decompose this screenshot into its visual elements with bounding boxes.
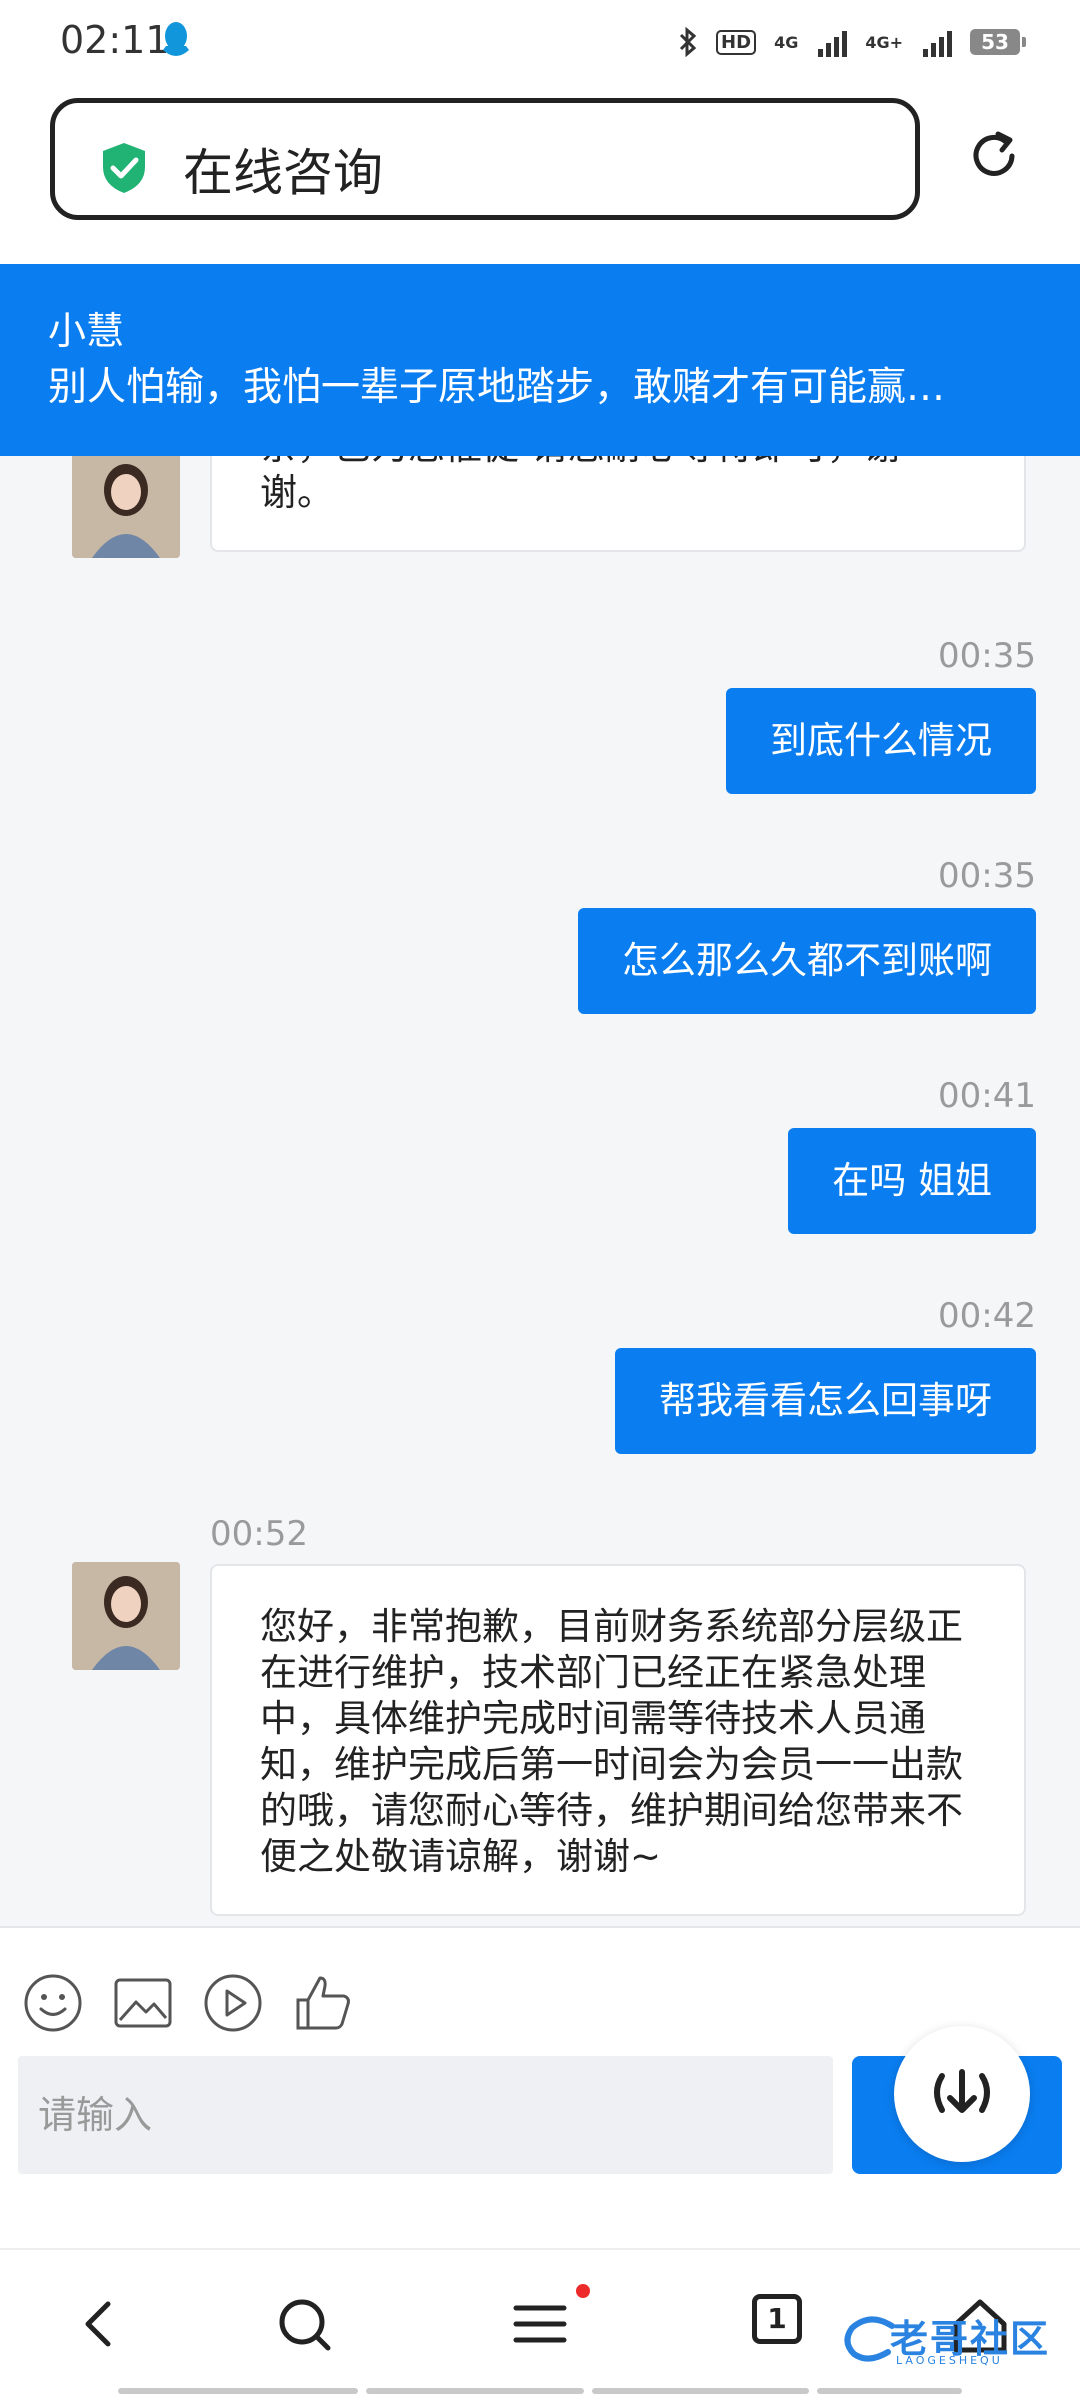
browser-header: 在线咨询 <box>0 84 1080 264</box>
message-bubble-user: 到底什么情况 <box>726 688 1036 794</box>
bluetooth-icon <box>679 26 697 58</box>
address-bar[interactable]: 在线咨询 <box>50 98 920 220</box>
site-watermark: 老哥社区 LAOGESHEQU <box>840 2306 1070 2370</box>
floating-download-button[interactable] <box>894 2026 1030 2162</box>
message-time: 00:41 <box>938 1076 1036 1116</box>
hd-voice-badge: HD <box>716 29 757 55</box>
back-icon[interactable] <box>68 2292 132 2356</box>
search-icon[interactable] <box>272 2292 336 2356</box>
gesture-bar <box>118 2388 962 2394</box>
status-time: 02:11 <box>60 18 170 62</box>
image-icon[interactable] <box>112 1972 174 2034</box>
tabs-button[interactable]: 1 <box>752 2294 802 2344</box>
message-time: 00:42 <box>938 1296 1036 1336</box>
signal-icon-1 <box>818 27 848 57</box>
shield-check-icon <box>103 143 145 193</box>
message-bubble-user: 帮我看看怎么回事呀 <box>615 1348 1036 1454</box>
agent-banner: 小慧 别人怕输，我怕一辈子原地踏步，敢赌才有可能赢… <box>0 264 1080 456</box>
agent-avatar <box>72 456 180 558</box>
refresh-icon[interactable] <box>966 128 1022 184</box>
watermark-subtext: LAOGESHEQU <box>896 2354 1003 2367</box>
page-title: 在线咨询 <box>183 144 383 202</box>
message-time: 00:35 <box>938 636 1036 676</box>
message-bubble-agent: 您好，非常抱歉，目前财务系统部分层级正在进行维护，技术部门已经正在紧急处理中，具… <box>210 1564 1026 1916</box>
signal-icon-2 <box>923 27 952 57</box>
message-input[interactable]: 请输入 <box>18 2056 833 2174</box>
message-bubble-agent: 亲，已为您催促 请您耐心等待即可，谢谢。 <box>210 456 1026 552</box>
status-bar: 02:11 HD 4G 4G+ 53 <box>0 0 1080 84</box>
agent-avatar <box>72 1562 180 1670</box>
message-bubble-user: 怎么那么久都不到账啊 <box>578 908 1036 1014</box>
download-broadcast-icon <box>934 2069 990 2113</box>
emoji-icon[interactable] <box>22 1972 84 2034</box>
agent-signature: 别人怕输，我怕一辈子原地踏步，敢赌才有可能赢… <box>48 365 946 410</box>
agent-name: 小慧 <box>48 309 125 353</box>
composer: 请输入 <box>0 1926 1080 2250</box>
network-label-1: 4G <box>774 32 799 52</box>
qq-notification-icon <box>163 22 189 56</box>
status-icons: HD 4G 4G+ 53 <box>678 20 1026 64</box>
message-time: 00:35 <box>938 856 1036 896</box>
video-icon[interactable] <box>202 1972 264 2034</box>
battery-icon: 53 <box>970 29 1026 55</box>
menu-notification-dot <box>576 2284 590 2298</box>
menu-icon[interactable] <box>508 2292 572 2356</box>
thumbs-up-icon[interactable] <box>292 1972 354 2034</box>
browser-nav-bar: 1 老哥社区 LAOGESHEQU <box>0 2248 1080 2402</box>
message-bubble-user: 在吗 姐姐 <box>788 1128 1036 1234</box>
network-label-2: 4G+ <box>865 32 903 52</box>
chat-history[interactable]: 亲，已为您催促 请您耐心等待即可，谢谢。 00:35 到底什么情况 00:35 … <box>0 456 1080 1926</box>
message-time: 00:52 <box>210 1514 308 1554</box>
